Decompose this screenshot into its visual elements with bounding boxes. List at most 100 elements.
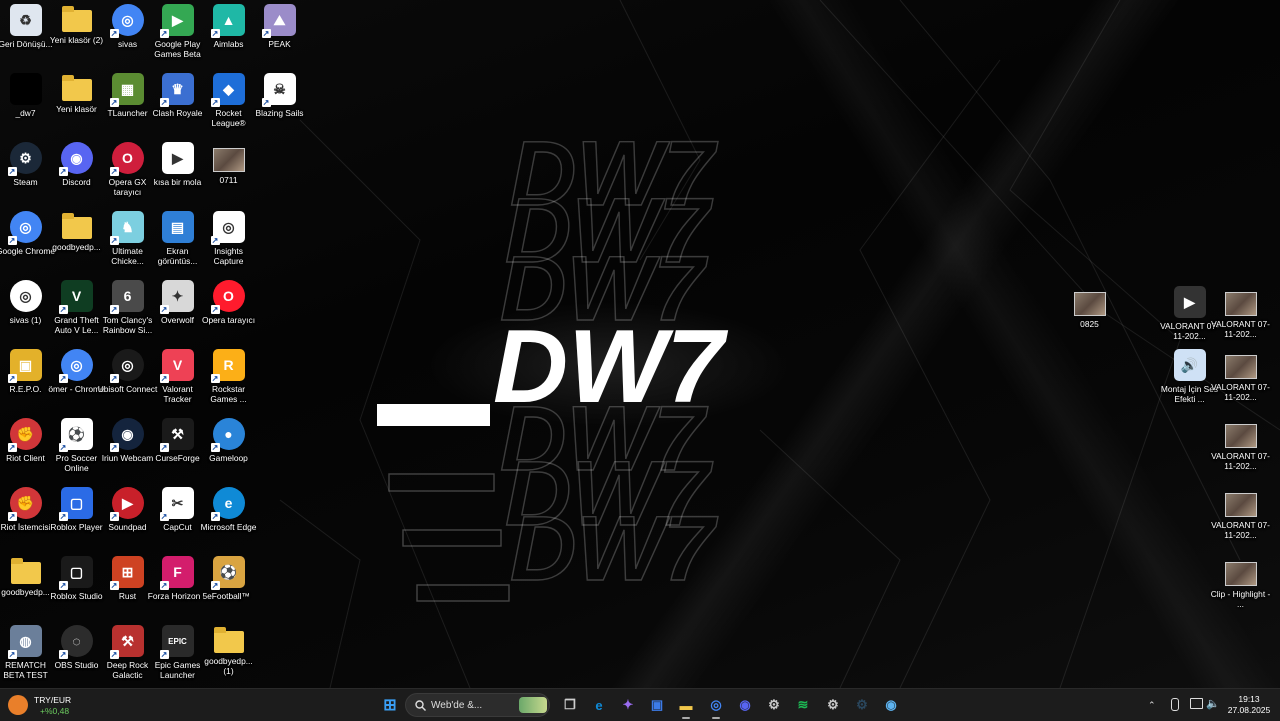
desktop-icon-ultimatechicken[interactable]: ♞ ↗ Ultimate Chicke... — [102, 211, 153, 266]
tlauncher-icon: ▦ ↗ — [109, 73, 144, 107]
aimlabs-icon: ▲ ↗ — [210, 4, 245, 38]
desktop-icon-opera[interactable]: O ↗ Opera tarayıcı — [202, 280, 255, 325]
desktop-icon-steam[interactable]: ⚙ ↗ Steam — [0, 142, 51, 187]
desktop-icon-recycle[interactable]: ♻ Geri Dönüşü... — [0, 4, 53, 49]
desktop-icon-ubisoft[interactable]: ◎ ↗ Ubisoft Connect — [98, 349, 157, 394]
desktop-icon-curseforge[interactable]: ⚒ ↗ CurseForge — [152, 418, 203, 463]
desktop-icon-repo[interactable]: ▣ ↗ R.E.P.O. — [0, 349, 51, 394]
desktop-icon-efootball[interactable]: ⚽ ↗ eFootball™ — [203, 556, 254, 601]
desktop-icon-gta[interactable]: V ↗ Grand Theft Auto V Le... — [51, 280, 102, 335]
desktop-icon-sivas[interactable]: ◎ ↗ sivas — [102, 4, 153, 49]
desktop-icon-clashroyale[interactable]: ♛ ↗ Clash Royale — [152, 73, 203, 118]
desktop-icon-valorant1[interactable]: ▶ VALORANT 07-11-202... — [1160, 286, 1219, 341]
desktop-icon-folder2[interactable]: Yeni klasör (2) — [50, 4, 103, 45]
chrome-icon: ◎ ↗ — [7, 211, 42, 245]
clock-date: 27.08.2025 — [1227, 705, 1271, 715]
desktop-icon-dw7[interactable]: _dw7 — [0, 73, 51, 118]
show-hidden-icons-chevron-icon[interactable]: ⌃ — [1148, 700, 1156, 711]
steam-icon: ⚙ ↗ — [7, 142, 42, 176]
desktop-icon-omerchrome[interactable]: ◎ ↗ ömer - Chrome — [48, 349, 105, 394]
taskbar-spotify-icon[interactable]: ≋ — [793, 695, 813, 715]
desktop-icon-valoranttracker[interactable]: V ↗ Valorant Tracker — [152, 349, 203, 404]
shortcut-arrow-icon: ↗ — [109, 98, 119, 107]
desktop-icon-chrome[interactable]: ◎ ↗ Google Chrome — [0, 211, 55, 256]
desktop-icon-valorant3[interactable]: VALORANT 07-11-202... — [1211, 349, 1270, 402]
microphone-icon[interactable] — [1171, 698, 1179, 711]
desktop-icon-kisabirmola[interactable]: ▶ kısa bir mola — [152, 142, 203, 187]
desktop-icon-ekrangoruntusu[interactable]: ▤ Ekran görüntüs... — [152, 211, 203, 266]
desktop-icon-valorant5[interactable]: VALORANT 07-11-202... — [1211, 487, 1270, 540]
taskbar-discord-icon[interactable]: ◉ — [735, 695, 755, 715]
clock[interactable]: 19:13 27.08.2025 — [1224, 694, 1274, 716]
taskbar-gear-icon[interactable]: ⚙ — [764, 695, 784, 715]
desktop-icon-riotistemcisi[interactable]: ✊ ↗ Riot İstemcisi — [0, 487, 51, 532]
desktop-icon-operagx[interactable]: O ↗ Opera GX tarayıcı — [102, 142, 153, 197]
taskbar-file-explorer-icon[interactable]: ▬ — [676, 695, 696, 715]
rockstar-icon: R ↗ — [210, 349, 245, 383]
desktop-icon-gpgames[interactable]: ▶ ↗ Google Play Games Beta — [152, 4, 203, 59]
desktop-icon-folder[interactable]: Yeni klasör — [51, 73, 102, 114]
gameloop-icon: ● ↗ — [210, 418, 245, 452]
video-thumbnail-icon — [1224, 292, 1257, 316]
taskbar-steam-icon[interactable]: ⚙ — [852, 695, 872, 715]
roblox-studio-icon: ▢ ↗ — [58, 556, 93, 590]
desktop-icon-discord[interactable]: ◉ ↗ Discord — [51, 142, 102, 187]
desktop-icon-rust[interactable]: ⊞ ↗ Rust — [102, 556, 153, 601]
desktop-icon-gameloop[interactable]: ● ↗ Gameloop — [203, 418, 254, 463]
desktop-icon-goodbyedp2[interactable]: goodbyedp... — [0, 556, 51, 597]
desktop-icon-peak[interactable]: ⛰ ↗ PEAK — [254, 4, 305, 49]
desktop-icon-riotclient[interactable]: ✊ ↗ Riot Client — [0, 418, 51, 463]
google-play-games-icon: ▶ ↗ — [159, 4, 194, 38]
desktop-icon-goodbyedp1[interactable]: goodbyedp... (1) — [203, 625, 254, 676]
volume-icon[interactable]: 🔈 — [1206, 697, 1220, 710]
taskbar-steam-helper-icon[interactable]: ⚙ — [823, 695, 843, 715]
desktop-icon-sivas1[interactable]: ◎ sivas (1) — [0, 280, 51, 325]
desktop-icon-epic[interactable]: EPIC ↗ Epic Games Launcher — [152, 625, 203, 680]
taskbar-search-box[interactable]: Web'de &... — [405, 693, 550, 717]
taskbar-task-view-icon[interactable]: ❐ — [560, 695, 580, 715]
taskbar-chrome-icon[interactable]: ◎ — [706, 695, 726, 715]
shortcut-arrow-icon: ↗ — [58, 374, 68, 383]
taskbar-copilot-icon[interactable]: ✦ — [618, 695, 638, 715]
shortcut-arrow-icon: ↗ — [109, 305, 119, 314]
desktop-icon-overwolf[interactable]: ✦ ↗ Overwolf — [152, 280, 203, 325]
desktop-icon-robloxstudio[interactable]: ▢ ↗ Roblox Studio — [50, 556, 103, 601]
desktop-icon-tlauncher[interactable]: ▦ ↗ TLauncher — [102, 73, 153, 118]
desktop-icon-roblox[interactable]: ▢ ↗ Roblox Player — [50, 487, 103, 532]
taskbar-windows-start-icon[interactable]: ⊞ — [380, 695, 400, 715]
soundpad-icon: ▶ ↗ — [109, 487, 144, 521]
desktop-icon-clip[interactable]: Clip - Highlight - ... — [1211, 556, 1270, 609]
desktop-icon-valorant2[interactable]: VALORANT 07-11-202... — [1211, 286, 1270, 339]
desktop-icon-montaj[interactable]: 🔊 Montaj İçin Ses Efekti ... — [1161, 349, 1218, 404]
desktop-icon-rocketleague[interactable]: ◆ ↗ Rocket League® — [203, 73, 254, 128]
desktop-icon-v0711[interactable]: 0711 — [203, 142, 254, 185]
network-icon[interactable] — [1190, 698, 1203, 709]
desktop-icon-prosoccer[interactable]: ⚽ ↗ Pro Soccer Online — [51, 418, 102, 473]
desktop-icon-label: Rockstar Games ... — [210, 384, 247, 404]
desktop-icon-v0825[interactable]: 0825 — [1064, 286, 1115, 329]
taskbar-app-icon[interactable]: ◉ — [881, 695, 901, 715]
desktop-icon-soundpad[interactable]: ▶ ↗ Soundpad — [102, 487, 153, 532]
desktop-icon-insights[interactable]: ◎ ↗ Insights Capture — [203, 211, 254, 266]
desktop-icon-label: PEAK — [268, 39, 291, 49]
taskbar-edge-icon[interactable]: e — [589, 695, 609, 715]
desktop-icon-deeprock[interactable]: ⚒ ↗ Deep Rock Galactic — [102, 625, 153, 680]
video-thumbnail-icon — [1224, 355, 1257, 379]
audio-file-icon: 🔊 — [1173, 349, 1206, 381]
desktop-icon-aimlabs[interactable]: ▲ ↗ Aimlabs — [203, 4, 254, 49]
desktop-icon-obs[interactable]: ◌ ↗ OBS Studio — [51, 625, 102, 670]
edge-icon: e ↗ — [210, 487, 245, 521]
desktop-icon-edge[interactable]: e ↗ Microsoft Edge — [201, 487, 256, 532]
desktop-icon-capcut[interactable]: ✂ ↗ CapCut — [152, 487, 203, 532]
desktop-icon-forza[interactable]: F ↗ Forza Horizon 5 — [148, 556, 207, 601]
desktop-icon-iriun[interactable]: ◉ ↗ Iriun Webcam — [102, 418, 153, 463]
desktop-icon-rockstar[interactable]: R ↗ Rockstar Games ... — [203, 349, 254, 404]
desktop-icon-r6[interactable]: 6 ↗ Tom Clancy's Rainbow Si... — [102, 280, 153, 335]
desktop-icon-label: VALORANT 07-11-202... — [1211, 451, 1270, 471]
shortcut-arrow-icon: ↗ — [210, 512, 220, 521]
taskbar-store-icon[interactable]: ▣ — [647, 695, 667, 715]
desktop-icon-valorant4[interactable]: VALORANT 07-11-202... — [1211, 418, 1270, 471]
desktop-icon-blazingsails[interactable]: ☠ ↗ Blazing Sails — [254, 73, 305, 118]
desktop-icon-rematch[interactable]: ◍ ↗ REMATCH BETA TEST — [0, 625, 51, 680]
desktop-icon-goodbyedp[interactable]: goodbyedp... — [51, 211, 102, 252]
